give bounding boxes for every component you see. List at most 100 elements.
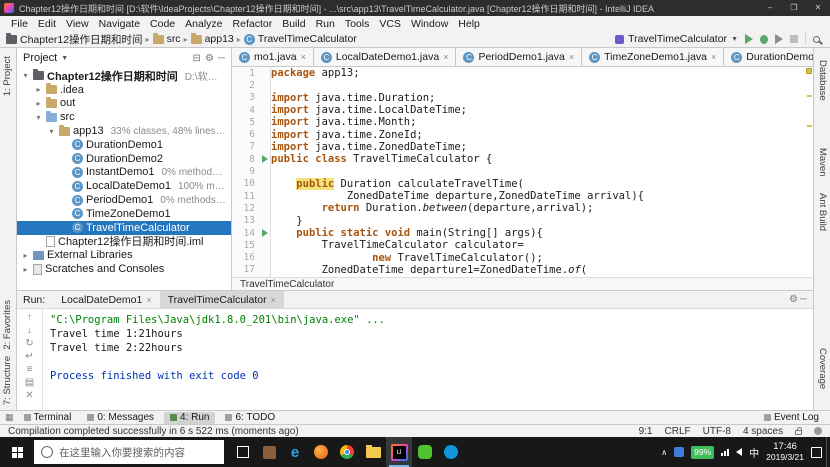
tree-item[interactable]: ▸ External Libraries [17, 248, 231, 262]
close-tab-icon[interactable]: × [301, 52, 306, 62]
tool-window-button-run[interactable]: 4: Run [164, 411, 216, 424]
inspection-stripe-mark[interactable] [807, 95, 812, 97]
tree-chevron-icon[interactable]: ▸ [21, 265, 30, 274]
scroll-end-icon[interactable]: ≡ [27, 364, 33, 375]
close-tab-icon[interactable]: × [569, 52, 574, 62]
tree-chevron-icon[interactable]: ▸ [21, 251, 30, 260]
tree-item[interactable]: ▸ out [17, 96, 231, 111]
taskbar-app-idea[interactable] [386, 437, 412, 467]
run-with-coverage-button[interactable] [775, 34, 783, 44]
tree-item[interactable]: ▸ Scratches and Consoles [17, 262, 231, 276]
status-widget[interactable]: CRLF [665, 426, 691, 437]
battery-optimizer-badge[interactable]: 99% [691, 445, 715, 459]
status-widget[interactable]: 9:1 [639, 426, 653, 437]
menu-item-run[interactable]: Run [311, 18, 340, 30]
tray-app-icon[interactable] [674, 447, 685, 457]
tool-strip-tab-favorites[interactable]: 2: Favorites [2, 300, 13, 350]
chevron-down-icon[interactable]: ▼ [61, 55, 68, 62]
taskbar-app-qq[interactable] [438, 437, 464, 467]
tool-strip-tab-maven[interactable]: Maven [817, 148, 828, 177]
editor-tab[interactable]: C TimeZoneDemo1.java × [582, 48, 725, 66]
debug-button[interactable] [760, 34, 768, 44]
settings-gear-icon[interactable]: ⚙ [789, 294, 798, 305]
print-icon[interactable]: ▤ [25, 377, 34, 388]
status-widget[interactable]: UTF-8 [703, 426, 731, 437]
tool-window-switcher-icon[interactable]: ▦ [5, 412, 14, 423]
rerun-icon[interactable]: ↻ [25, 338, 33, 349]
tree-chevron-icon[interactable]: ▸ [34, 85, 43, 94]
taskbar-app-edge[interactable] [282, 437, 308, 467]
tree-chevron-icon[interactable]: ▸ [34, 99, 43, 108]
menu-item-code[interactable]: Code [145, 18, 180, 30]
close-tab-icon[interactable]: × [711, 52, 716, 62]
tree-item[interactable]: CLocalDateDemo1 100% methods, 10... [17, 179, 231, 193]
taskbar-app-reader[interactable] [256, 437, 282, 467]
inspections-profile-icon[interactable] [814, 427, 822, 435]
input-method-indicator[interactable]: 中 [749, 445, 759, 460]
taskbar-search-box[interactable]: 在这里输入你要搜索的内容 [34, 440, 224, 464]
taskbar-clock[interactable]: 17:46 2019/3/21 [766, 442, 804, 463]
menu-item-window[interactable]: Window [406, 18, 453, 30]
tree-item[interactable]: CPeriodDemo1 0% methods, 0% line... [17, 193, 231, 207]
editor-tab[interactable]: CDurationDemo1.java× [724, 48, 813, 66]
project-panel-title[interactable]: Project [23, 52, 57, 64]
run-button[interactable] [745, 34, 753, 44]
menu-item-build[interactable]: Build [277, 18, 310, 30]
tool-strip-tab-antbuild[interactable]: Ant Build [817, 193, 828, 231]
volume-icon[interactable] [736, 448, 743, 456]
tree-item[interactable]: ▾ src [17, 110, 231, 124]
code-editor[interactable]: 1 package app13; 2 3 import java.time.Durati… [232, 67, 813, 277]
taskbar-app-firefox[interactable] [308, 437, 334, 467]
start-button[interactable] [0, 437, 34, 467]
close-button[interactable]: ✕ [806, 0, 830, 16]
run-line-icon[interactable] [261, 229, 268, 237]
taskbar-app-wechat[interactable] [412, 437, 438, 467]
editor-tab[interactable]: Cmo1.java × [232, 48, 314, 66]
minimize-button[interactable]: – [758, 0, 782, 16]
close-tab-icon[interactable]: × [271, 295, 276, 305]
run-configuration-select[interactable]: TravelTimeCalculator ▼ [615, 33, 738, 45]
menu-item-help[interactable]: Help [453, 18, 485, 30]
editor-tab[interactable]: C LocalDateDemo1.java × [313, 48, 457, 66]
tree-item[interactable]: C TimeZoneDemo1 [17, 207, 231, 221]
tree-item[interactable]: Chapter12操作日期和时间.iml [17, 235, 231, 248]
network-icon[interactable] [721, 448, 730, 456]
breadcrumb-item[interactable]: C TravelTimeCalculator [243, 33, 357, 45]
tool-window-button-messages[interactable]: 0: Messages [81, 412, 160, 424]
run-tab[interactable]: TravelTimeCalculator × [159, 290, 284, 309]
tree-item[interactable]: CInstantDemo1 0% methods, 0% line... [17, 166, 231, 180]
run-console[interactable]: "C:\Program Files\Java\jdk1.8.0_201\bin\… [43, 309, 813, 410]
settings-gear-icon[interactable]: ⚙ [205, 53, 214, 64]
tool-strip-tab-project[interactable]: 1: Project [2, 56, 13, 96]
editor-tab[interactable]: C PeriodDemo1.java × [456, 48, 583, 66]
tool-strip-tab-coverage[interactable]: Coverage [817, 348, 828, 389]
hidden-icons-chevron[interactable]: ∧ [661, 448, 667, 457]
tree-item[interactable]: C DurationDemo1 [17, 138, 231, 152]
up-stack-icon[interactable]: ↑ [27, 312, 32, 323]
event-log-button[interactable]: Event Log [758, 412, 825, 424]
tree-chevron-icon[interactable]: ▾ [21, 71, 30, 80]
menu-item-tools[interactable]: Tools [340, 18, 375, 30]
menu-item-analyze[interactable]: Analyze [180, 18, 227, 30]
tree-chevron-icon[interactable]: ▾ [34, 113, 43, 122]
tool-strip-tab-database[interactable]: Database [817, 60, 828, 101]
menu-item-refactor[interactable]: Refactor [228, 18, 278, 30]
editor-breadcrumb-item[interactable]: TravelTimeCalculator [240, 279, 334, 290]
tool-strip-tab-structure[interactable]: 7: Structure [2, 356, 13, 405]
tree-item[interactable]: C DurationDemo2 [17, 152, 231, 166]
inspection-stripe-mark[interactable] [807, 125, 812, 127]
maximize-button[interactable]: ❐ [782, 0, 806, 16]
down-stack-icon[interactable]: ↓ [27, 325, 32, 336]
soft-wrap-icon[interactable]: ↵ [25, 351, 33, 362]
tree-item[interactable]: ▾ Chapter12操作日期和时间 D:\软件\IdeaProjects... [17, 69, 231, 83]
breadcrumb-item[interactable]: src [152, 32, 181, 45]
tool-window-button-todo[interactable]: 6: TODO [219, 412, 281, 424]
inspection-status-icon[interactable] [806, 68, 812, 74]
menu-item-view[interactable]: View [61, 18, 94, 30]
taskbar-app-explorer[interactable] [360, 437, 386, 467]
clear-icon[interactable]: ✕ [25, 390, 33, 401]
lock-icon[interactable] [795, 427, 802, 435]
taskbar-app-taskview[interactable] [230, 437, 256, 467]
tree-item[interactable]: ▾ app13 33% classes, 48% lines covered [17, 124, 231, 138]
stop-button[interactable] [790, 35, 798, 43]
